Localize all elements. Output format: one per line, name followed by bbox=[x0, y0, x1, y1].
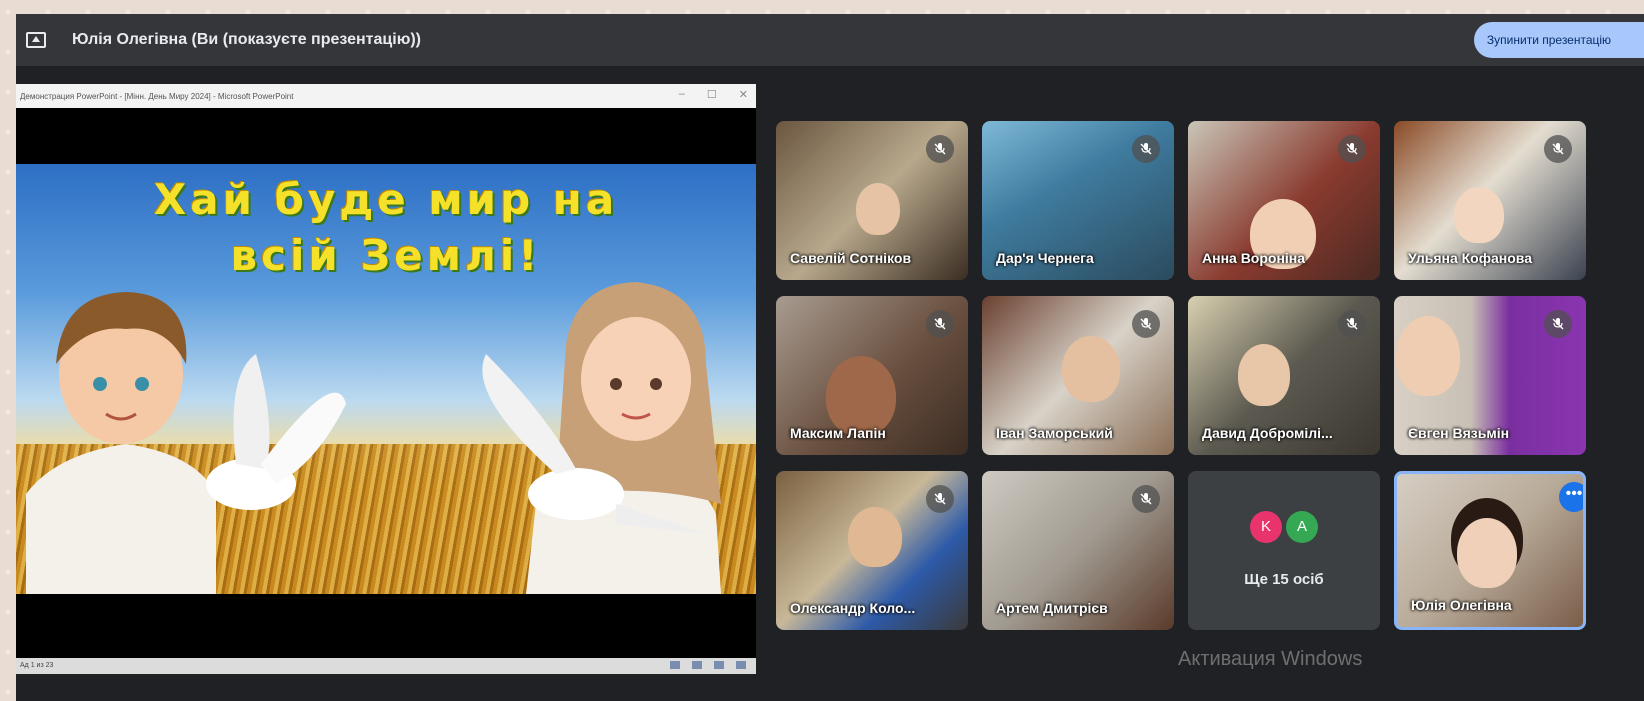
participant-name: Олександр Коло... bbox=[790, 600, 916, 616]
participant-name: Євген Вязьмін bbox=[1408, 425, 1510, 441]
slide: Хай буде мир на всій Землі! bbox=[16, 164, 756, 594]
close-icon[interactable]: ✕ bbox=[739, 88, 748, 101]
participant-name: Іван Заморський bbox=[996, 425, 1113, 441]
dove-left-wing bbox=[233, 354, 270, 469]
stop-presenting-button[interactable]: Зупинити презентацію bbox=[1474, 22, 1644, 58]
others-avatars: K A bbox=[1188, 511, 1380, 543]
boy-eye-right bbox=[135, 377, 149, 391]
presentation-bar: Юлія Олегівна (Ви (показуєте презентацію… bbox=[16, 14, 1644, 66]
mic-off-icon bbox=[1132, 485, 1160, 513]
participant-name: Савелій Сотніков bbox=[790, 250, 912, 266]
presenter-label: Юлія Олегівна (Ви (показуєте презентацію… bbox=[72, 31, 422, 48]
participant-name: Юлія Олегівна bbox=[1411, 597, 1512, 613]
participant-video bbox=[848, 507, 902, 567]
view-slideshow-icon[interactable] bbox=[736, 661, 746, 669]
boy-shirt bbox=[26, 444, 216, 594]
meet-window: Юлія Олегівна (Ви (показуєте презентацію… bbox=[16, 14, 1644, 701]
girl-eye-left bbox=[610, 378, 622, 390]
ppt-titlebar: Демонстрация PowerPoint - [Мінн. День Ми… bbox=[16, 84, 756, 108]
girl-face bbox=[581, 317, 691, 441]
participant-video bbox=[1238, 344, 1290, 406]
avatar: K bbox=[1250, 511, 1282, 543]
participant-video bbox=[1396, 316, 1460, 396]
mic-off-icon bbox=[1132, 310, 1160, 338]
mic-off-icon bbox=[926, 485, 954, 513]
participant-name: Ульяна Кофанова bbox=[1408, 250, 1532, 266]
maximize-icon[interactable]: ☐ bbox=[707, 88, 717, 101]
self-tile[interactable]: ••• Юлія Олегівна bbox=[1394, 471, 1586, 630]
boy-eye-left bbox=[93, 377, 107, 391]
slide-illustration bbox=[26, 282, 721, 594]
participant-video bbox=[856, 183, 900, 235]
view-reading-icon[interactable] bbox=[714, 661, 724, 669]
slide-counter: Ад 1 из 23 bbox=[20, 662, 54, 669]
participant-tile[interactable]: Давид Добромілі... bbox=[1188, 296, 1380, 455]
participant-name: Дар'я Чернега bbox=[996, 250, 1094, 266]
mic-off-icon bbox=[926, 310, 954, 338]
view-normal-icon[interactable] bbox=[670, 661, 680, 669]
participant-video bbox=[1454, 187, 1504, 243]
dove-left-wing2 bbox=[261, 392, 346, 484]
participant-tile[interactable]: Анна Вороніна bbox=[1188, 121, 1380, 280]
windows-activation-watermark: Активация Windows bbox=[1178, 648, 1363, 670]
others-count-label: Ще 15 осіб bbox=[1244, 571, 1324, 588]
participant-name: Максим Лапін bbox=[790, 425, 886, 441]
mic-off-icon bbox=[1338, 310, 1366, 338]
self-video bbox=[1457, 518, 1517, 588]
participant-tile[interactable]: Артем Дмитрієв bbox=[982, 471, 1174, 630]
participant-name: Анна Вороніна bbox=[1202, 250, 1306, 266]
mic-off-icon bbox=[1338, 135, 1366, 163]
present-to-all-icon bbox=[26, 32, 46, 48]
ppt-statusbar: Ад 1 из 23 bbox=[16, 658, 756, 674]
ppt-window-title: Демонстрация PowerPoint - [Мінн. День Ми… bbox=[20, 91, 294, 101]
participant-video bbox=[1062, 336, 1120, 402]
shared-powerpoint-window: Демонстрация PowerPoint - [Мінн. День Ми… bbox=[16, 84, 756, 674]
participant-tile[interactable]: Савелій Сотніков bbox=[776, 121, 968, 280]
view-sorter-icon[interactable] bbox=[692, 661, 702, 669]
girl-eye-right bbox=[650, 378, 662, 390]
dove-right-body bbox=[528, 468, 624, 520]
participant-video bbox=[826, 356, 896, 436]
participant-tile[interactable]: Дар'я Чернега bbox=[982, 121, 1174, 280]
participant-tile[interactable]: Іван Заморський bbox=[982, 296, 1174, 455]
mic-off-icon bbox=[1132, 135, 1160, 163]
participant-tile[interactable]: Максим Лапін bbox=[776, 296, 968, 455]
mic-off-icon bbox=[926, 135, 954, 163]
participant-tile[interactable]: Ульяна Кофанова bbox=[1394, 121, 1586, 280]
participant-name: Давид Добромілі... bbox=[1202, 425, 1333, 441]
more-options-button[interactable]: ••• bbox=[1559, 482, 1583, 512]
mic-off-icon bbox=[1544, 135, 1572, 163]
participant-tile[interactable]: Олександр Коло... bbox=[776, 471, 968, 630]
participant-tile[interactable]: Євген Вязьмін bbox=[1394, 296, 1586, 455]
others-tile[interactable]: K A Ще 15 осіб bbox=[1188, 471, 1380, 630]
mic-off-icon bbox=[1544, 310, 1572, 338]
minimize-icon[interactable]: – bbox=[679, 88, 685, 101]
participant-name: Артем Дмитрієв bbox=[996, 600, 1108, 616]
avatar: A bbox=[1286, 511, 1318, 543]
